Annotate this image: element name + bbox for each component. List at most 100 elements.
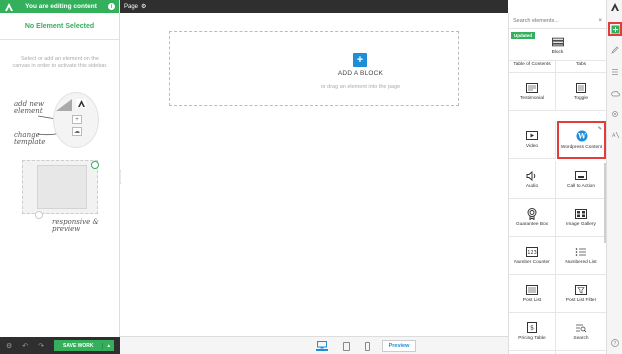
guarantee-box-icon <box>526 207 538 220</box>
element-label: Post List <box>522 298 542 303</box>
editing-header: You are editing content i <box>0 0 119 13</box>
info-icon[interactable]: i <box>108 3 115 10</box>
cloud-templates-icon[interactable] <box>610 88 620 98</box>
thrive-logo-icon[interactable] <box>607 0 622 13</box>
add-element-icon[interactable] <box>608 22 622 36</box>
svg-text:?: ? <box>614 341 617 347</box>
left-sidebar: You are editing content i No Element Sel… <box>0 0 120 354</box>
cloud-mini-icon: ☁ <box>72 127 82 136</box>
chevron-up-icon[interactable]: ▴ <box>102 342 114 349</box>
testimonial-icon <box>526 82 538 93</box>
pin-icon[interactable]: ✎ <box>598 126 602 132</box>
post-list-icon <box>526 284 538 295</box>
add-block-button[interactable]: + <box>353 53 367 67</box>
drag-hint: or drag an element into the page <box>320 84 401 90</box>
undo-icon[interactable]: ↶ <box>22 342 28 350</box>
svg-text:123: 123 <box>527 250 537 256</box>
help-icon[interactable]: ? <box>610 338 620 348</box>
plus-mini-icon: + <box>72 115 82 124</box>
element-label: Table of Contents <box>513 62 551 67</box>
audio-icon <box>526 170 538 181</box>
element-label: Video <box>525 144 539 149</box>
video-icon <box>526 130 538 141</box>
element-call-to-action[interactable]: Call to Action <box>556 161 606 199</box>
element-testimonial[interactable]: Testimonial <box>509 73 556 111</box>
pen-icon[interactable] <box>610 45 620 55</box>
redo-icon[interactable]: ↷ <box>38 342 44 350</box>
element-label: Call to Action <box>567 184 595 189</box>
image-gallery-icon <box>575 208 587 219</box>
element-label: Numbered List <box>565 260 597 265</box>
element-label: Tabs <box>575 62 587 67</box>
desktop-view-icon[interactable] <box>316 341 328 351</box>
element-audio[interactable]: Audio <box>509 161 556 199</box>
elements-panel: × Block Table of Contents Tabs Testimoni… <box>508 13 606 354</box>
element-label: Block <box>551 50 564 55</box>
top-bar: Page ⚙ <box>120 0 508 13</box>
element-label: Wordpress Content <box>560 144 603 150</box>
svg-text:W: W <box>577 131 586 140</box>
element-search[interactable]: Search <box>556 313 606 351</box>
mobile-view-icon[interactable] <box>361 341 373 351</box>
page-label: Page <box>124 3 139 10</box>
editor-canvas[interactable]: + ADD A BLOCK or drag an element into th… <box>121 13 508 336</box>
editing-label: You are editing content <box>25 3 97 10</box>
svg-text:$: $ <box>530 325 534 332</box>
settings-icon[interactable] <box>610 109 620 119</box>
pricing-table-icon: $ <box>526 322 538 333</box>
element-label: Toggle <box>573 96 589 101</box>
element-numbered-list[interactable]: Numbered List <box>556 237 606 275</box>
page-settings-icon[interactable]: ⚙ <box>141 3 146 10</box>
logo-mini-icon <box>76 99 86 108</box>
numbered-list-icon <box>575 246 587 257</box>
sidebar-footer: ⚙ ↶ ↷ SAVE WORK ▴ <box>0 337 120 354</box>
element-label: Number Counter <box>514 260 550 265</box>
element-table-of-contents[interactable]: Table of Contents <box>509 61 556 73</box>
right-toolbar: A ? <box>606 0 622 354</box>
element-label: Pricing Table <box>518 336 546 341</box>
element-label: Search <box>573 336 589 341</box>
element-toggle[interactable]: Toggle <box>556 73 606 111</box>
annotation-add-new-element: add new element <box>14 100 45 115</box>
element-wordpress-content[interactable]: ✎ W Wordpress Content <box>557 121 606 159</box>
typography-icon[interactable]: A <box>610 130 620 140</box>
number-counter-icon: 123 <box>526 246 538 257</box>
element-number-counter[interactable]: 123 Number Counter <box>509 237 556 275</box>
preview-button[interactable]: Preview <box>382 340 416 352</box>
svg-text:A: A <box>612 133 616 139</box>
element-tabs[interactable]: Tabs <box>556 61 606 73</box>
element-label: Guarantee Box <box>515 222 549 227</box>
element-search: × <box>509 13 606 29</box>
element-label: Testimonial <box>520 96 544 101</box>
post-list-filter-icon <box>575 284 587 295</box>
search-input[interactable] <box>513 17 593 24</box>
illustration-preview <box>22 160 99 219</box>
illustration-zoom-circle: + ☁ <box>53 92 99 148</box>
device-bar: Preview <box>120 336 508 354</box>
updated-badge: Updated <box>511 32 535 39</box>
block-dropzone[interactable] <box>169 31 459 106</box>
sidebar-hint: Select or add an element on the canvas i… <box>12 56 108 70</box>
element-label: Audio <box>525 184 539 189</box>
thrive-logo-icon[interactable] <box>4 2 14 12</box>
annotation-responsive-preview: responsive & preview <box>52 218 99 233</box>
element-guarantee-box[interactable]: Guarantee Box <box>509 199 556 237</box>
wordpress-icon: W <box>576 130 588 142</box>
save-work-button[interactable]: SAVE WORK ▴ <box>54 340 114 351</box>
close-icon[interactable]: × <box>598 18 602 24</box>
element-post-list-filter[interactable]: Post List Filter <box>556 275 606 313</box>
element-pricing-table[interactable]: $ Pricing Table <box>509 313 556 351</box>
element-image-gallery[interactable]: Image Gallery <box>556 199 606 237</box>
element-video[interactable]: Video <box>509 121 556 159</box>
element-label: Post List Filter <box>565 298 597 303</box>
sidebar-title: No Element Selected <box>0 13 119 40</box>
call-to-action-icon <box>575 170 587 181</box>
block-icon <box>551 36 564 47</box>
page-structure-icon[interactable] <box>610 67 620 77</box>
save-work-label: SAVE WORK <box>63 342 94 349</box>
settings-icon[interactable]: ⚙ <box>6 342 12 350</box>
element-post-list[interactable]: Post List <box>509 275 556 313</box>
tablet-view-icon[interactable] <box>340 341 352 351</box>
search-icon <box>575 322 587 333</box>
toggle-icon <box>575 82 587 93</box>
